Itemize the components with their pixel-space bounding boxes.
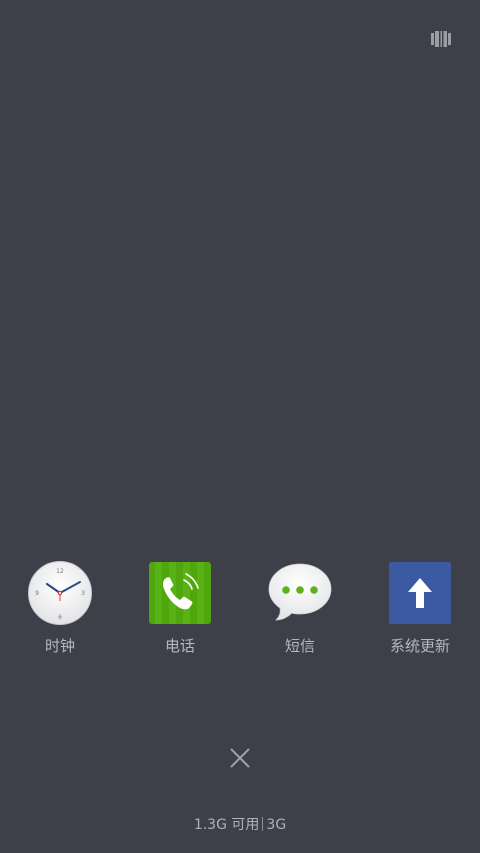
recent-app-system-update[interactable]: 系统更新: [360, 561, 480, 661]
phone-icon: [148, 561, 212, 625]
recent-app-messages[interactable]: 短信: [240, 561, 360, 661]
app-label: 时钟: [44, 637, 75, 655]
recent-app-clock[interactable]: 12 3 6 9 时钟: [0, 561, 120, 661]
memory-divider: [262, 817, 264, 831]
memory-available: 1.3G 可用: [193, 817, 260, 833]
svg-text:3: 3: [81, 590, 85, 597]
app-label: 电话: [164, 637, 195, 655]
task-list-icon: [431, 31, 451, 47]
memory-status: 1.3G 可用 3G: [0, 816, 480, 834]
app-label: 短信: [284, 637, 315, 655]
close-icon: [230, 748, 250, 768]
svg-text:12: 12: [56, 568, 64, 575]
messages-icon: [268, 561, 332, 625]
clear-all-button[interactable]: [225, 743, 255, 773]
recent-apps-row: 12 3 6 9 时钟 电话 短信 系统更新: [0, 561, 480, 661]
update-icon: [388, 561, 452, 625]
clock-icon: 12 3 6 9: [28, 561, 92, 625]
recent-app-phone[interactable]: 电话: [120, 561, 240, 661]
task-list-toggle-button[interactable]: [431, 31, 451, 47]
app-label: 系统更新: [389, 637, 450, 655]
svg-text:9: 9: [35, 590, 39, 597]
svg-text:6: 6: [58, 614, 62, 621]
memory-total: 3G: [266, 817, 287, 833]
